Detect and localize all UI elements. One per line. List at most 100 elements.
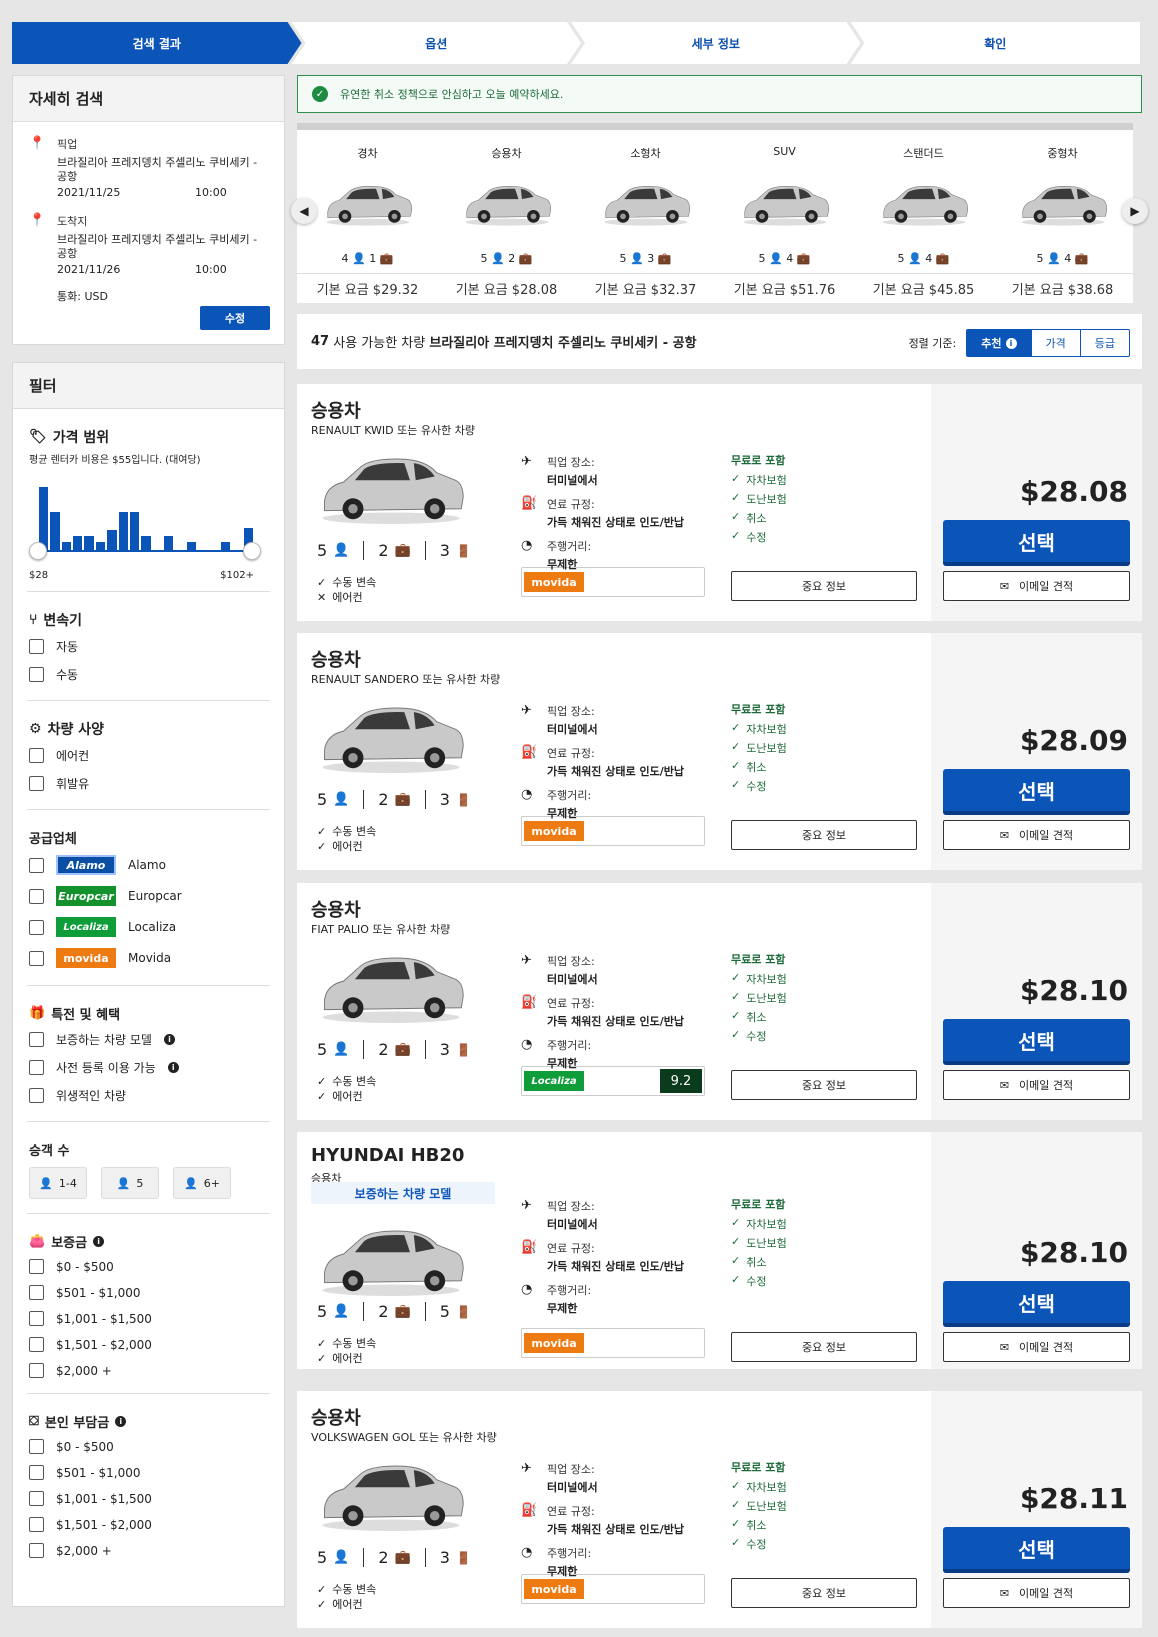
carousel-next-button[interactable]: ▶ xyxy=(1122,198,1148,224)
sort-recommended[interactable]: 추천 i xyxy=(967,330,1031,356)
deposit-option-1[interactable]: $501 - $1,000 xyxy=(29,1285,254,1300)
price-histogram[interactable] xyxy=(29,472,261,572)
filter-gasoline[interactable]: 휘발유 xyxy=(29,775,254,792)
checkbox[interactable] xyxy=(29,857,44,873)
pickup-time: 10:00 xyxy=(195,186,227,199)
deposit-option-2[interactable]: $1,001 - $1,500 xyxy=(29,1311,254,1326)
info-icon[interactable]: i xyxy=(163,1034,175,1045)
checkbox[interactable] xyxy=(29,1311,44,1326)
step-details[interactable]: 세부 정보 xyxy=(571,22,861,64)
important-info-button[interactable]: 중요 정보 xyxy=(731,820,917,850)
checkbox[interactable] xyxy=(29,950,44,966)
checkbox[interactable] xyxy=(29,776,44,791)
passengers-6-plus-button[interactable]: 👤 6+ xyxy=(173,1167,231,1199)
filter-vendor-movida[interactable]: movida Movida xyxy=(29,948,254,968)
category-card[interactable]: 스탠더드 5 👤 4 💼 기본 요금 $45.85 xyxy=(853,123,994,303)
category-card[interactable]: 경차 4 👤 1 💼 기본 요금 $29.32 xyxy=(297,123,438,303)
excess-option-2[interactable]: $1,001 - $1,500 xyxy=(29,1491,254,1506)
category-card[interactable]: 소형차 5 👤 3 💼 기본 요금 $32.37 xyxy=(575,123,716,303)
deposit-option-3[interactable]: $1,501 - $2,000 xyxy=(29,1337,254,1352)
checkbox[interactable] xyxy=(29,1337,44,1352)
checkbox[interactable] xyxy=(29,1517,44,1532)
checkbox[interactable] xyxy=(29,1439,44,1454)
car-image xyxy=(326,186,412,226)
carousel-prev-button[interactable]: ◀ xyxy=(291,198,317,224)
select-button[interactable]: 선택 xyxy=(943,520,1130,566)
deposit-option-4[interactable]: $2,000 + xyxy=(29,1363,254,1378)
sort-price[interactable]: 가격 xyxy=(1030,330,1080,356)
deposit-option-0[interactable]: $0 - $500 xyxy=(29,1259,254,1274)
specs-title: 차량 사양 xyxy=(47,722,104,738)
category-card[interactable]: 승용차 5 👤 2 💼 기본 요금 $28.08 xyxy=(436,123,577,303)
email-quote-button[interactable]: ✉ 이메일 견적 xyxy=(943,1070,1130,1100)
checkbox[interactable] xyxy=(29,1491,44,1506)
excess-option-0[interactable]: $0 - $500 xyxy=(29,1439,254,1454)
pin-icon: 📍 xyxy=(29,213,46,228)
important-info-button[interactable]: 중요 정보 xyxy=(731,571,917,601)
important-info-button[interactable]: 중요 정보 xyxy=(731,1332,917,1362)
select-button[interactable]: 선택 xyxy=(943,1527,1130,1573)
excess-option-4[interactable]: $2,000 + xyxy=(29,1543,254,1558)
search-panel-title: 자세히 검색 xyxy=(13,76,284,122)
checkbox[interactable] xyxy=(29,639,44,654)
passengers-1-4-button[interactable]: 👤 1-4 xyxy=(29,1167,87,1199)
histogram-bar xyxy=(129,511,140,550)
select-button[interactable]: 선택 xyxy=(943,769,1130,815)
filter-manual[interactable]: 수동 xyxy=(29,666,254,683)
checkbox[interactable] xyxy=(29,1465,44,1480)
sort-class[interactable]: 등급 xyxy=(1079,330,1129,356)
email-quote-button[interactable]: ✉ 이메일 견적 xyxy=(943,820,1130,850)
result-count: 47 xyxy=(311,334,330,349)
select-button[interactable]: 선택 xyxy=(943,1281,1130,1327)
select-button[interactable]: 선택 xyxy=(943,1019,1130,1065)
excess-option-3[interactable]: $1,501 - $2,000 xyxy=(29,1517,254,1532)
checkbox[interactable] xyxy=(29,1259,44,1274)
passengers-5-button[interactable]: 👤 5 xyxy=(101,1167,159,1199)
histogram-bar xyxy=(186,541,197,550)
info-icon[interactable]: i xyxy=(115,1416,127,1427)
checkbox[interactable] xyxy=(29,919,44,935)
edit-search-button[interactable]: 수정 xyxy=(200,306,270,330)
filter-vendor-europcar[interactable]: Europcar Europcar xyxy=(29,886,254,906)
manual-feature: 수동 변속 xyxy=(332,576,377,589)
slider-min-handle[interactable] xyxy=(29,542,47,560)
checkbox[interactable] xyxy=(29,1285,44,1300)
important-info-button[interactable]: 중요 정보 xyxy=(731,1578,917,1608)
info-icon[interactable]: i xyxy=(167,1062,179,1073)
checkbox[interactable] xyxy=(29,748,44,763)
category-card[interactable]: SUV 5 👤 4 💼 기본 요금 $51.76 xyxy=(714,123,855,303)
step-options[interactable]: 옵션 xyxy=(292,22,582,64)
checkbox[interactable] xyxy=(29,888,44,904)
category-card[interactable]: 중형차 5 👤 4 💼 기본 요금 $38.68 xyxy=(992,123,1133,303)
important-info-button[interactable]: 중요 정보 xyxy=(731,1070,917,1100)
check-icon: ✓ xyxy=(731,510,741,523)
filter-guaranteed-model[interactable]: 보증하는 차량 모델 i xyxy=(29,1031,254,1048)
email-quote-button[interactable]: ✉ 이메일 견적 xyxy=(943,571,1130,601)
filter-pre-registration[interactable]: 사전 등록 이용 가능 i xyxy=(29,1059,254,1076)
gear-icon: ⚙ xyxy=(29,721,42,737)
checkbox[interactable] xyxy=(29,1032,44,1047)
free-item: 취소 xyxy=(746,1011,767,1024)
email-quote-button[interactable]: ✉ 이메일 견적 xyxy=(943,1332,1130,1362)
filter-vendor-localiza[interactable]: Localiza Localiza xyxy=(29,917,254,937)
info-icon[interactable]: i xyxy=(93,1236,105,1247)
info-icon[interactable]: i xyxy=(1005,337,1017,349)
speedometer-icon: ◔ xyxy=(521,1545,533,1560)
excess-option-1[interactable]: $501 - $1,000 xyxy=(29,1465,254,1480)
checkbox[interactable] xyxy=(29,1088,44,1103)
step-search-results[interactable]: 검색 결과 xyxy=(12,22,302,64)
movida-logo: movida xyxy=(524,1333,584,1353)
filter-sanitized[interactable]: 위생적인 차량 xyxy=(29,1087,254,1104)
checkbox[interactable] xyxy=(29,1543,44,1558)
filter-automatic[interactable]: 자동 xyxy=(29,638,254,655)
slider-max-handle[interactable] xyxy=(243,542,261,560)
filter-vendor-alamo[interactable]: Alamo Alamo xyxy=(29,855,254,875)
mileage-value: 무제한 xyxy=(547,1057,578,1070)
email-quote-button[interactable]: ✉ 이메일 견적 xyxy=(943,1578,1130,1608)
checkbox[interactable] xyxy=(29,667,44,682)
checkbox[interactable] xyxy=(29,1060,44,1075)
car-title: 승용차 xyxy=(311,650,361,671)
step-confirm[interactable]: 확인 xyxy=(850,22,1140,64)
filter-ac[interactable]: 에어컨 xyxy=(29,747,254,764)
checkbox[interactable] xyxy=(29,1363,44,1378)
